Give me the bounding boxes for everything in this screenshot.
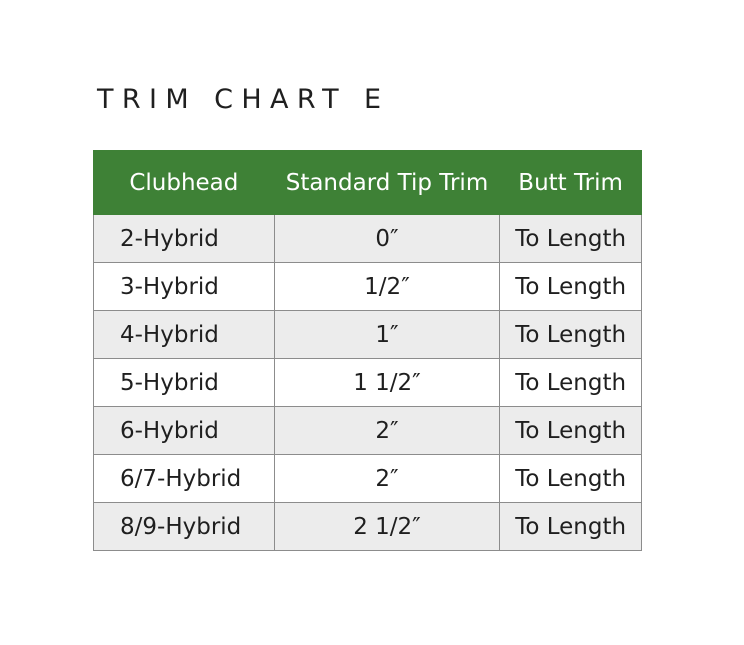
header-clubhead: Clubhead — [93, 150, 275, 215]
table-row: 5-Hybrid 1 1/2″ To Length — [93, 358, 642, 407]
butt-trim-cell: To Length — [499, 454, 642, 503]
butt-trim-cell: To Length — [499, 262, 642, 311]
tip-trim-cell: 1″ — [273, 310, 501, 359]
trim-chart-table: Clubhead Standard Tip Trim Butt Trim 2-H… — [93, 150, 642, 551]
header-butt-trim: Butt Trim — [499, 150, 642, 215]
tip-trim-cell: 1/2″ — [273, 262, 501, 311]
butt-trim-cell: To Length — [499, 502, 642, 551]
clubhead-cell: 6-Hybrid — [93, 406, 275, 455]
tip-trim-cell: 2″ — [273, 454, 501, 503]
tip-trim-cell: 0″ — [273, 214, 501, 263]
butt-trim-cell: To Length — [499, 406, 642, 455]
tip-trim-cell: 2 1/2″ — [273, 502, 501, 551]
butt-trim-cell: To Length — [499, 358, 642, 407]
clubhead-cell: 6/7-Hybrid — [93, 454, 275, 503]
butt-trim-cell: To Length — [499, 310, 642, 359]
clubhead-cell: 5-Hybrid — [93, 358, 275, 407]
butt-trim-cell: To Length — [499, 214, 642, 263]
tip-trim-cell: 1 1/2″ — [273, 358, 501, 407]
table-row: 3-Hybrid 1/2″ To Length — [93, 262, 642, 311]
clubhead-cell: 2-Hybrid — [93, 214, 275, 263]
table-row: 6/7-Hybrid 2″ To Length — [93, 454, 642, 503]
chart-title: TRIM CHART E — [97, 84, 390, 115]
table-row: 8/9-Hybrid 2 1/2″ To Length — [93, 502, 642, 551]
table-row: 6-Hybrid 2″ To Length — [93, 406, 642, 455]
clubhead-cell: 3-Hybrid — [93, 262, 275, 311]
clubhead-cell: 4-Hybrid — [93, 310, 275, 359]
table-row: 4-Hybrid 1″ To Length — [93, 310, 642, 359]
header-standard-tip-trim: Standard Tip Trim — [273, 150, 501, 215]
table-row: 2-Hybrid 0″ To Length — [93, 214, 642, 263]
table-header-row: Clubhead Standard Tip Trim Butt Trim — [93, 150, 642, 215]
clubhead-cell: 8/9-Hybrid — [93, 502, 275, 551]
tip-trim-cell: 2″ — [273, 406, 501, 455]
